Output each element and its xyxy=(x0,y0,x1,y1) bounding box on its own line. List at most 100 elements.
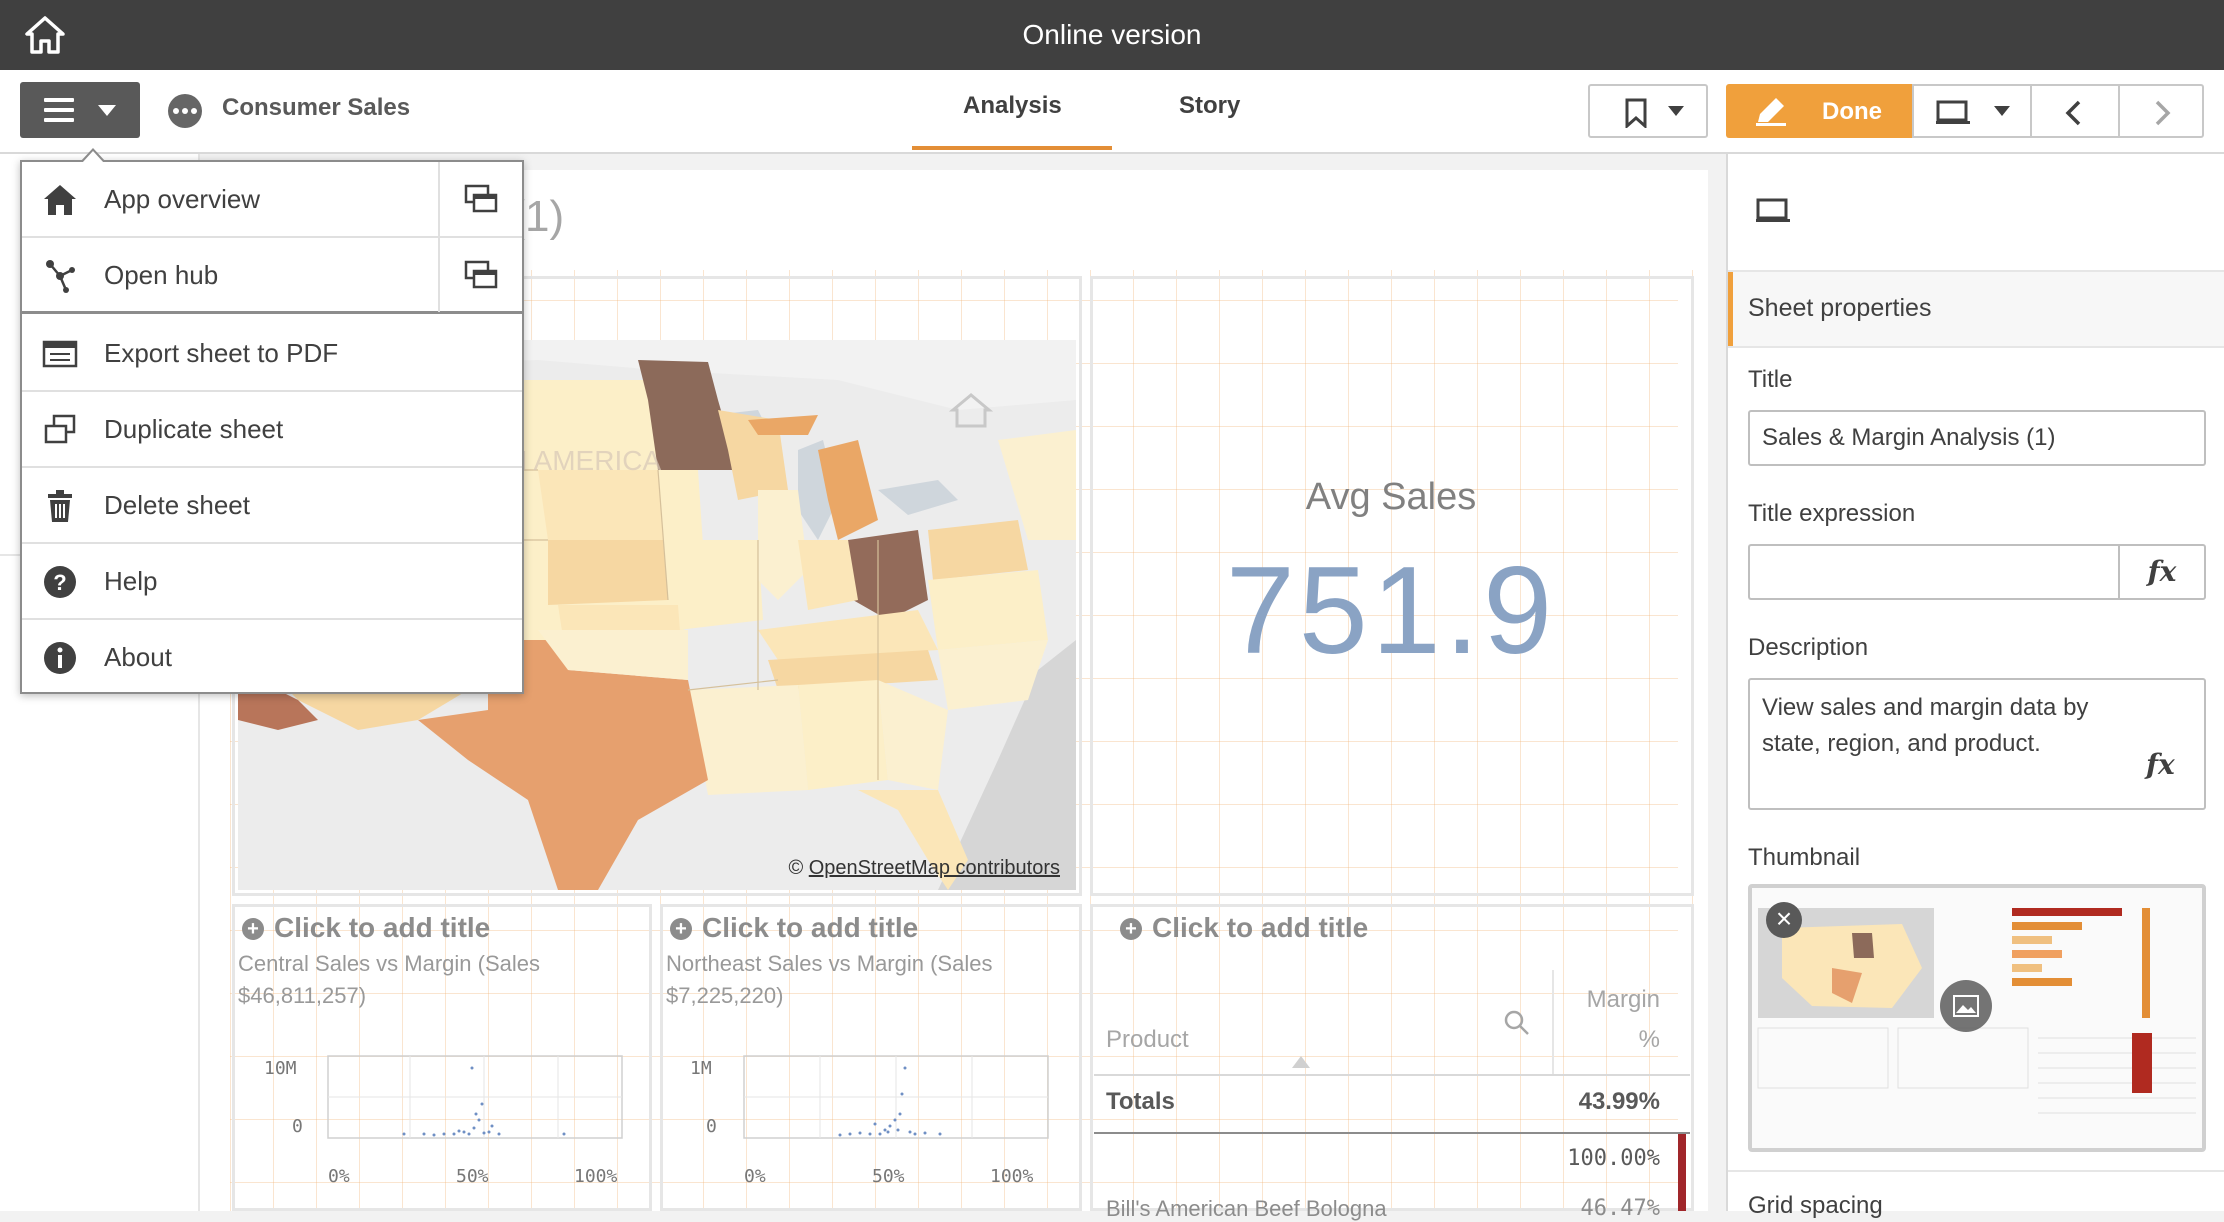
table-cell-margin: 100.00% xyxy=(1567,1146,1660,1171)
properties-panel: Sheet properties Title Sales & Margin An… xyxy=(1726,154,2224,1219)
x-tick: 0% xyxy=(744,1166,766,1187)
menu-item-label: Open hub xyxy=(104,260,219,290)
title-bar: Online version xyxy=(0,0,2224,70)
toolbar: Consumer Sales Analysis Story Done xyxy=(0,70,2224,154)
search-icon[interactable] xyxy=(1504,1010,1530,1036)
menu-item-label: Delete sheet xyxy=(104,490,250,520)
menu-item-help[interactable]: ? Help xyxy=(22,544,522,620)
change-thumbnail-button[interactable] xyxy=(1940,980,1992,1032)
menu-item-label: About xyxy=(104,642,172,672)
window-title: Online version xyxy=(1022,19,1202,50)
add-title-button[interactable]: + Click to add title xyxy=(670,912,918,944)
app-name: Consumer Sales xyxy=(222,94,411,121)
menu-item-duplicate-sheet[interactable]: Duplicate sheet xyxy=(22,392,522,468)
app-options-icon[interactable] xyxy=(168,94,202,128)
menu-item-about[interactable]: About xyxy=(22,620,522,696)
scatter-plot-northeast[interactable] xyxy=(730,1054,1050,1140)
open-new-tab-button[interactable] xyxy=(438,238,522,312)
menu-item-app-overview[interactable]: App overview xyxy=(22,162,522,238)
menu-item-export-pdf[interactable]: Export sheet to PDF xyxy=(22,316,522,392)
caret-down-icon xyxy=(1994,106,2010,116)
remove-thumbnail-button[interactable]: × xyxy=(1766,902,1802,938)
chevron-right-icon xyxy=(2155,100,2171,126)
column-header-margin[interactable]: Margin xyxy=(1580,986,1660,1014)
title-expression-input[interactable] xyxy=(1748,544,2118,600)
fx-icon: fx xyxy=(2147,555,2177,588)
totals-label: Totals xyxy=(1106,1088,1175,1115)
x-tick: 100% xyxy=(990,1166,1034,1187)
thumbnail-label: Thumbnail xyxy=(1748,844,1861,871)
open-new-tab-button[interactable] xyxy=(438,162,522,236)
hub-icon xyxy=(46,260,75,293)
column-divider xyxy=(1552,970,1554,1076)
column-header-margin-unit: % xyxy=(1638,1026,1660,1053)
pdf-icon xyxy=(42,340,78,368)
tab-analysis[interactable]: Analysis xyxy=(963,92,1062,120)
x-tick: 50% xyxy=(456,1166,489,1187)
new-window-icon xyxy=(464,184,498,213)
done-label: Done xyxy=(1822,98,1882,125)
menu-item-open-hub[interactable]: Open hub xyxy=(22,238,522,314)
kpi-value: 751.9 xyxy=(1225,542,1557,680)
caret-down-icon xyxy=(1668,106,1684,116)
chevron-left-icon xyxy=(2065,100,2081,126)
sort-ascending-icon[interactable] xyxy=(1292,1056,1310,1068)
title-expression-label: Title expression xyxy=(1748,500,1916,527)
fx-icon[interactable]: fx xyxy=(2146,748,2175,781)
svg-text:?: ? xyxy=(53,570,66,595)
add-title-button[interactable]: + Click to add title xyxy=(242,912,490,944)
info-icon xyxy=(44,642,76,674)
x-tick: 100% xyxy=(574,1166,618,1187)
monitor-icon xyxy=(1936,100,1970,124)
menu-item-label: Duplicate sheet xyxy=(104,414,284,444)
add-title-button[interactable]: + Click to add title xyxy=(1120,912,1368,944)
tab-story[interactable]: Story xyxy=(1179,92,1240,120)
sheet-icon xyxy=(1756,198,1790,222)
description-input[interactable]: View sales and margin data by state, reg… xyxy=(1748,678,2206,810)
y-tick: 0 xyxy=(292,1116,303,1137)
plus-icon: + xyxy=(670,918,692,940)
duplicate-icon xyxy=(44,414,76,444)
thumbnail-preview[interactable]: × xyxy=(1748,884,2206,1152)
x-tick: 50% xyxy=(872,1166,905,1187)
previous-sheet-button[interactable] xyxy=(2030,84,2120,138)
menu-item-label: App overview xyxy=(104,184,261,214)
description-label: Description xyxy=(1748,634,1869,661)
bookmark-icon xyxy=(1625,98,1647,128)
chart-subtitle: Northeast Sales vs Margin (Sales $7,225,2… xyxy=(666,951,993,1008)
totals-value: 43.99% xyxy=(1578,1088,1660,1115)
trash-icon xyxy=(48,490,72,522)
x-tick: 0% xyxy=(328,1166,350,1187)
device-preview-button[interactable] xyxy=(1912,84,2032,138)
title-input[interactable]: Sales & Margin Analysis (1) xyxy=(1748,410,2206,466)
global-menu-button[interactable] xyxy=(20,82,140,138)
table-cell-margin: 46.47% xyxy=(1580,1196,1660,1221)
data-points xyxy=(838,1066,942,1137)
menu-item-delete-sheet[interactable]: Delete sheet xyxy=(22,468,522,544)
expression-editor-button[interactable]: fx xyxy=(2118,544,2206,600)
bookmarks-button[interactable] xyxy=(1588,84,1708,138)
section-header: Sheet properties xyxy=(1748,294,1932,322)
done-button[interactable]: Done xyxy=(1726,84,1914,138)
image-icon xyxy=(1953,995,1979,1017)
y-tick: 1M xyxy=(690,1058,712,1079)
scatter-plot-central[interactable] xyxy=(314,1054,624,1140)
hamburger-icon xyxy=(44,98,74,122)
active-tab-indicator xyxy=(912,146,1112,150)
help-icon: ? xyxy=(44,566,76,598)
new-window-icon xyxy=(464,260,498,289)
pencil-icon xyxy=(1756,98,1786,126)
menu-item-label: Help xyxy=(104,566,158,596)
plus-icon: + xyxy=(1120,918,1142,940)
column-header-product[interactable]: Product xyxy=(1106,1026,1189,1054)
y-tick: 0 xyxy=(706,1116,717,1137)
map-attribution[interactable]: © OpenStreetMap contributors xyxy=(788,857,1060,880)
home-icon xyxy=(44,185,76,215)
title-label: Title xyxy=(1748,366,1793,393)
y-tick: 10M xyxy=(264,1058,297,1079)
menu-item-label: Export sheet to PDF xyxy=(104,338,339,368)
plus-icon: + xyxy=(242,918,264,940)
next-sheet-button[interactable] xyxy=(2118,84,2204,138)
sheet-properties-section[interactable]: Sheet properties xyxy=(1728,272,2224,346)
global-menu: App overview Open hub Export sheet to PD… xyxy=(20,148,524,696)
